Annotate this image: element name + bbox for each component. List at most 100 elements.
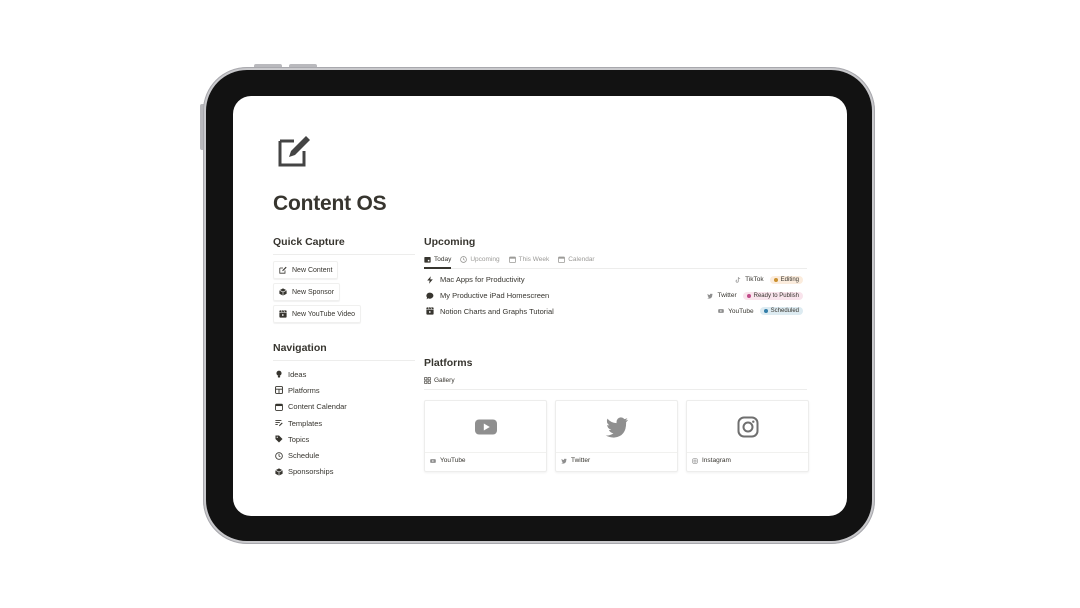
navigation-heading: Navigation: [273, 342, 415, 361]
platforms-section: Platforms Gallery: [424, 357, 807, 390]
navigation-section: Navigation Ideas Platforms Content Calen…: [273, 342, 415, 480]
platform-gallery: YouTube Twitter Instagram: [424, 400, 809, 472]
edit-icon: [279, 266, 287, 274]
nav-item-label: Templates: [288, 418, 323, 428]
instagram-icon: [737, 416, 758, 437]
nav-item-label: Sponsorships: [288, 467, 334, 477]
layout-icon: [275, 386, 283, 395]
tab-today[interactable]: Today: [424, 251, 452, 269]
card-cover: [687, 401, 808, 453]
grid-icon: [424, 377, 431, 384]
calendar-fill-icon: [424, 257, 431, 263]
list-item[interactable]: Notion Charts and Graphs Tutorial YouTub…: [424, 303, 807, 319]
tab-calendar[interactable]: Calendar: [558, 251, 595, 268]
platform-label: TikTok: [745, 276, 764, 284]
item-platform: TikTok: [735, 276, 764, 283]
bolt-icon: [427, 276, 433, 284]
nav-item-label: Ideas: [288, 369, 307, 379]
nav-item-label: Schedule: [288, 451, 320, 461]
nav-item-sponsorships[interactable]: Sponsorships: [273, 464, 415, 480]
card-cover: [425, 401, 546, 453]
platform-card-instagram[interactable]: Instagram: [686, 400, 809, 472]
new-sponsor-label: New Sponsor: [292, 288, 335, 296]
quick-capture-heading: Quick Capture: [273, 236, 415, 255]
calendar-icon: [508, 256, 516, 263]
gallery-label: Gallery: [434, 377, 455, 384]
card-label: Instagram: [687, 453, 808, 468]
list-edit-icon: [275, 420, 283, 427]
platform-label: YouTube: [728, 307, 754, 315]
nav-item-label: Content Calendar: [288, 402, 347, 412]
calendar-icon: [275, 403, 283, 411]
clock-icon: [275, 451, 283, 460]
cube-icon: [275, 468, 283, 476]
nav-item-content-calendar[interactable]: Content Calendar: [273, 399, 415, 415]
platforms-heading: Platforms: [424, 357, 473, 369]
tab-label: Calendar: [568, 256, 595, 263]
card-title: Instagram: [702, 457, 731, 464]
list-item[interactable]: My Productive iPad Homescreen Twitter Re…: [424, 288, 807, 304]
card-label: YouTube: [425, 453, 546, 468]
upcoming-tabs: Today Upcoming This Week Calendar: [424, 251, 807, 269]
status-badge: Scheduled: [759, 307, 803, 316]
nav-item-platforms[interactable]: Platforms: [273, 382, 415, 398]
item-title: Notion Charts and Graphs Tutorial: [440, 306, 554, 316]
video-icon: [279, 310, 287, 318]
platform-label: Twitter: [717, 292, 737, 300]
video-icon: [426, 307, 434, 315]
new-content-button[interactable]: New Content: [273, 261, 339, 279]
youtube-icon: [718, 309, 724, 314]
quick-capture-section: Quick Capture New Content New Sponsor Ne…: [273, 236, 415, 326]
twitter-icon: [561, 458, 567, 464]
nav-item-schedule[interactable]: Schedule: [273, 447, 415, 463]
card-cover: [556, 401, 677, 453]
page-title: Content OS: [273, 192, 387, 215]
tab-upcoming[interactable]: Upcoming: [460, 251, 500, 268]
tab-label: Today: [434, 256, 452, 263]
card-label: Twitter: [556, 453, 677, 468]
status-label: Ready to Publish: [753, 292, 799, 299]
nav-item-templates[interactable]: Templates: [273, 415, 415, 431]
notion-page: Content OS Quick Capture New Content New…: [233, 96, 847, 516]
status-label: Scheduled: [770, 308, 799, 315]
item-title: Mac Apps for Productivity: [440, 275, 525, 285]
platform-card-youtube[interactable]: YouTube: [424, 400, 547, 472]
card-title: YouTube: [440, 457, 466, 464]
lightbulb-icon: [276, 370, 282, 378]
tag-icon: [275, 435, 283, 443]
instagram-icon: [692, 457, 698, 464]
platform-card-twitter[interactable]: Twitter: [555, 400, 678, 472]
tab-label: Upcoming: [470, 256, 500, 263]
twitter-icon: [707, 293, 714, 299]
new-youtube-video-button[interactable]: New YouTube Video: [273, 305, 362, 323]
status-dot: [746, 293, 751, 298]
new-youtube-video-label: New YouTube Video: [292, 310, 356, 318]
cube-icon: [279, 288, 287, 296]
item-platform: Twitter: [707, 292, 737, 300]
nav-item-ideas[interactable]: Ideas: [273, 366, 415, 382]
upcoming-heading: Upcoming: [424, 236, 476, 248]
new-sponsor-button[interactable]: New Sponsor: [273, 283, 341, 301]
item-platform: YouTube: [718, 308, 754, 315]
tab-this-week[interactable]: This Week: [508, 251, 549, 268]
nav-item-label: Platforms: [288, 385, 320, 395]
calendar-icon: [558, 256, 566, 263]
chat-bubble-icon: [426, 292, 434, 299]
item-title: My Productive iPad Homescreen: [440, 291, 550, 301]
clock-icon: [460, 256, 468, 263]
upcoming-list: Mac Apps for Productivity TikTok Editing…: [424, 272, 807, 319]
tiktok-icon: [735, 276, 741, 283]
status-dot: [773, 277, 778, 282]
nav-item-label: Topics: [288, 434, 310, 444]
upcoming-section: Upcoming Today Upcoming This Week Calend…: [424, 236, 807, 319]
status-dot: [763, 309, 768, 314]
edit-note-icon[interactable]: [277, 134, 311, 168]
twitter-icon: [605, 416, 628, 438]
nav-item-topics[interactable]: Topics: [273, 431, 415, 447]
youtube-icon: [430, 458, 436, 463]
status-badge: Editing: [769, 275, 803, 284]
card-title: Twitter: [571, 457, 591, 464]
status-label: Editing: [780, 276, 799, 283]
list-item[interactable]: Mac Apps for Productivity TikTok Editing: [424, 272, 807, 288]
gallery-view-tab[interactable]: Gallery: [424, 377, 807, 390]
